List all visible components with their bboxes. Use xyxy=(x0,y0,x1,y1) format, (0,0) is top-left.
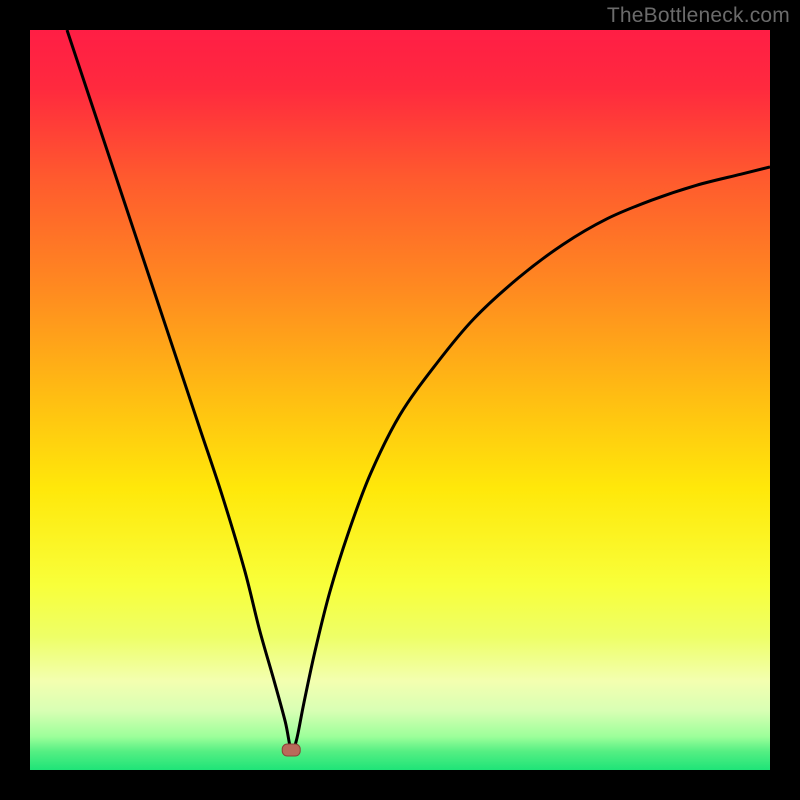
chart-frame: TheBottleneck.com xyxy=(0,0,800,800)
watermark-text: TheBottleneck.com xyxy=(607,4,790,28)
plot-area xyxy=(30,30,770,770)
gradient-background xyxy=(30,30,770,770)
bottleneck-marker xyxy=(282,744,300,756)
chart-svg xyxy=(30,30,770,770)
